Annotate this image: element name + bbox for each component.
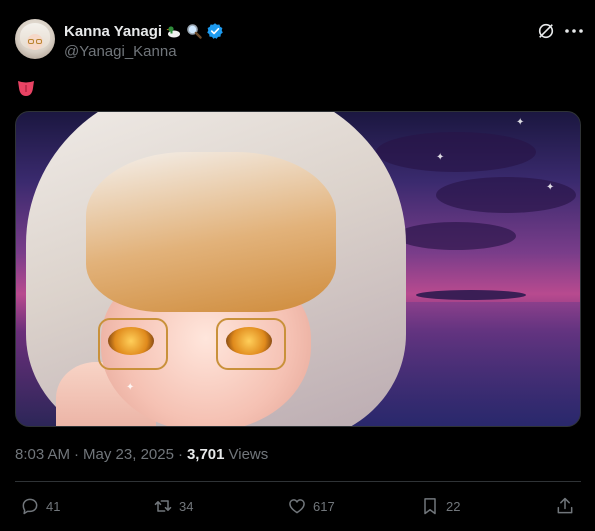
share-icon — [557, 497, 573, 514]
like-count: 617 — [313, 498, 335, 514]
like-button[interactable]: 617 — [287, 494, 335, 518]
display-name[interactable]: Kanna Yanagi — [64, 23, 162, 40]
magnifier-icon — [187, 24, 202, 39]
share-button[interactable] — [555, 494, 575, 518]
meta-separator: · — [74, 446, 80, 463]
repost-count: 34 — [179, 498, 194, 514]
grok-icon[interactable] — [537, 22, 555, 40]
verified-badge-icon[interactable] — [206, 22, 224, 40]
bookmark-icon — [424, 498, 436, 515]
handle[interactable]: @Yanagi_Kanna — [64, 43, 224, 60]
more-options-icon[interactable] — [563, 22, 585, 40]
avatar[interactable] — [15, 19, 55, 59]
heart-icon — [289, 499, 305, 514]
repost-icon — [154, 500, 172, 512]
reply-count: 41 — [46, 498, 61, 514]
author-names: Kanna Yanagi @Yanagi_Kanna — [64, 21, 224, 60]
tweet-time[interactable]: 8:03 AM — [15, 446, 70, 463]
views-count: 3,701 — [186, 446, 225, 463]
duck-icon — [166, 26, 181, 38]
repost-button[interactable]: 34 — [153, 494, 193, 518]
tweet-header: Kanna Yanagi @Yanagi_Kanna — [15, 19, 585, 61]
tweet-metadata: 8:03 AM · May 23, 2025 · 3,701 Views — [15, 446, 268, 463]
views-label: Views — [228, 446, 269, 463]
bookmark-button[interactable]: 22 — [420, 494, 460, 518]
tweet-date[interactable]: May 23, 2025 — [83, 446, 174, 463]
reply-icon — [22, 498, 38, 515]
action-bar: 41 34 617 22 — [15, 494, 581, 518]
bookmark-count: 22 — [446, 498, 461, 514]
tongue-icon — [18, 81, 34, 96]
reply-button[interactable]: 41 — [20, 494, 60, 518]
tweet-image[interactable]: ✦ ✦ ✦ ✦ — [15, 111, 581, 427]
divider — [15, 481, 581, 482]
meta-separator: · — [177, 446, 183, 463]
